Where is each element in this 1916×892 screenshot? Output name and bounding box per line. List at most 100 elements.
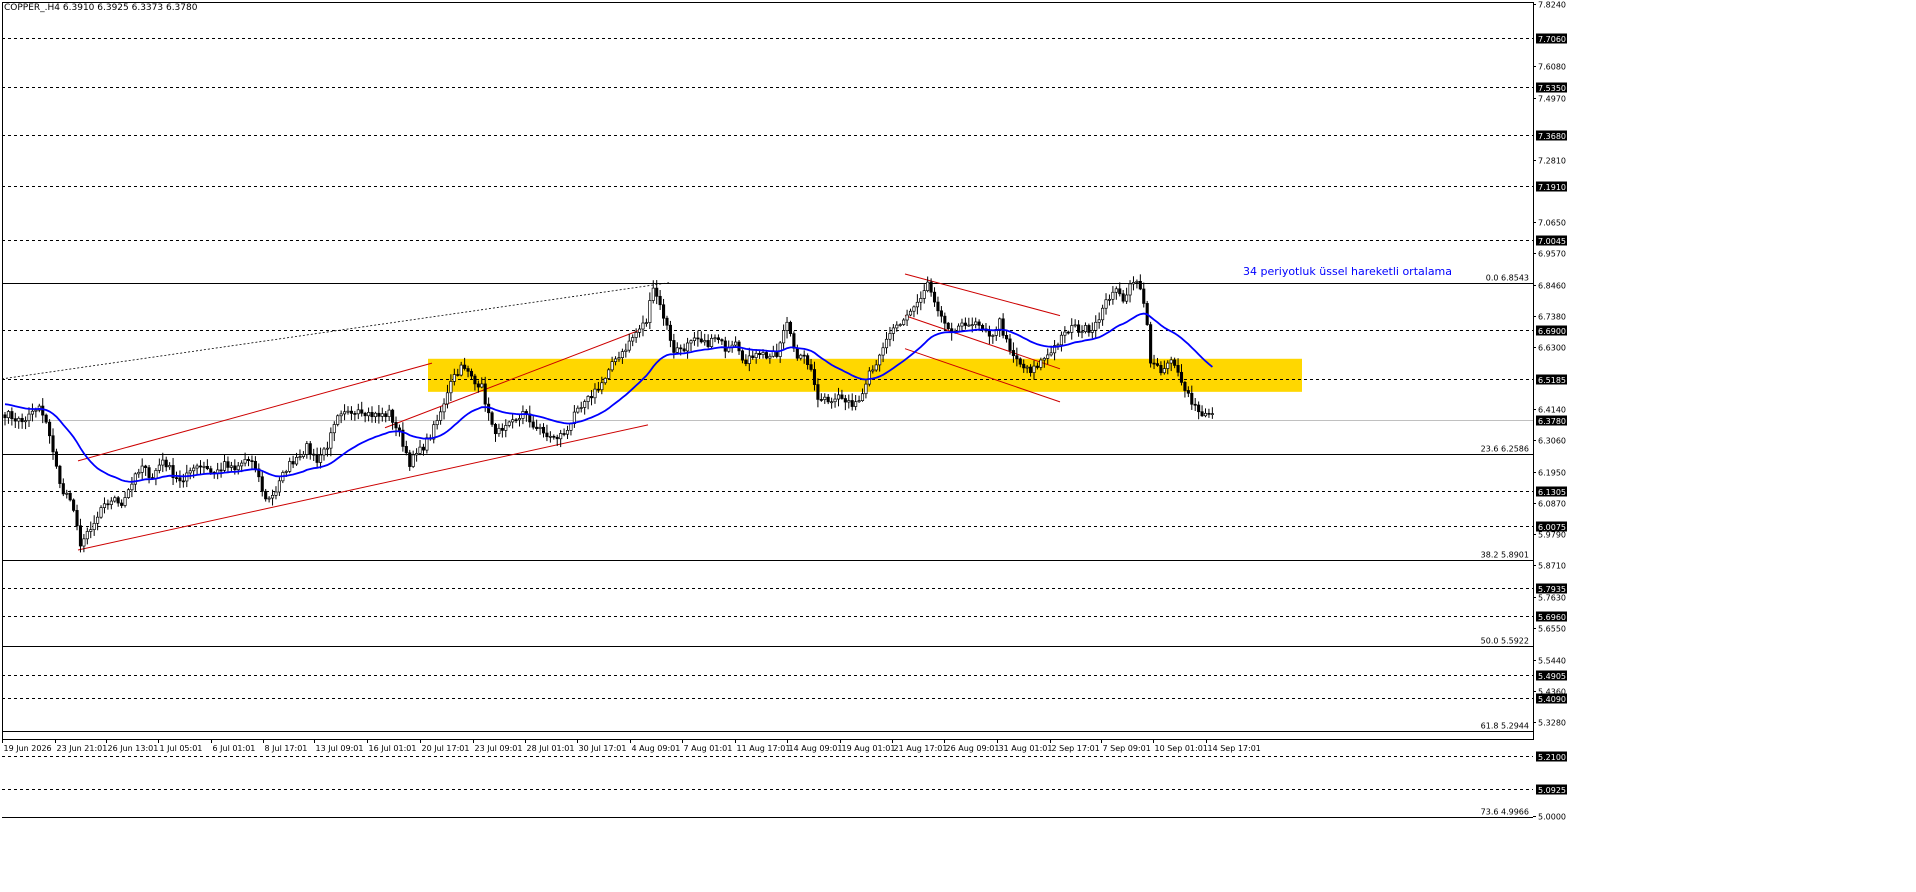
candle [1107,294,1112,306]
candle [943,312,947,331]
y-tick-label: 6.7380 [1538,313,1566,322]
candle-body-down [720,339,724,342]
candle-body-up [295,456,299,465]
candle-body-up [854,401,858,407]
candle [552,434,556,440]
level-price-label: 7.7060 [1538,35,1566,44]
x-tick-label: 14 Aug 09:01 [789,744,843,753]
x-tick-label: 1 Jul 05:01 [160,744,203,753]
candle-body-up [538,426,542,429]
candle-body-up [1059,334,1063,346]
candle-body-down [977,321,981,326]
ohlc-values: 6.3910 6.3925 6.3373 6.3780 [62,3,198,13]
candle [360,401,364,417]
candle [936,296,940,317]
candle-body-up [240,462,244,467]
candle-body-down [246,459,251,461]
candle [10,407,14,426]
candle-body-up [651,287,655,301]
candle [658,290,662,310]
candle-body-up [1094,321,1098,331]
candle-body-up [140,465,144,473]
candle-body-down [1186,390,1190,394]
x-tick-label: 28 Jul 01:01 [527,744,575,753]
candle [1101,304,1105,326]
candle-body-up [85,531,89,540]
candle [171,457,175,486]
candle [562,428,566,437]
x-tick-label: 7 Aug 01:01 [684,744,733,753]
fib-level-label: 73.6 4.9966 [1481,808,1529,817]
candle-body-up [277,480,281,493]
candle-body-up [1090,329,1094,333]
candle [792,331,796,352]
y-tick-label: 5.3280 [1538,719,1566,728]
x-tick-label: 26 Jun 13:01 [108,744,159,753]
candle-body-up [768,355,772,359]
candle-body-down [596,388,600,391]
candle [1070,318,1074,340]
candle-body-up [778,342,782,357]
candle-body-up [192,467,196,472]
candle [418,439,422,456]
price-chart[interactable]: 0.0 6.8543 23.6 6.2586 38.2 5.8901 50.0 5.5… [0,0,1916,888]
candle-body-up [586,396,590,402]
candle-body-up [1131,282,1136,285]
candle-body-up [380,413,384,417]
candle-body-up [1080,331,1084,334]
candle-body-up [1111,291,1115,300]
candle-body-down [397,427,402,431]
candle [305,441,309,459]
candle-body-up [109,500,113,505]
candle-body-down [850,400,854,407]
candle [154,467,158,486]
candle [3,411,7,426]
candle-body-down [1149,324,1153,364]
candle [157,458,161,474]
candle-body-down [1035,365,1039,368]
candle [1121,289,1125,304]
candle [1001,313,1005,339]
candle-body-up [325,447,329,450]
candle [44,413,48,424]
candle-body-up [188,470,192,474]
candle [425,433,429,454]
y-tick-label: 6.4140 [1538,406,1566,415]
level-price-label: 7.0045 [1538,237,1566,246]
candle-body-up [569,423,573,431]
level-price-label: 5.4905 [1538,672,1566,681]
candle-body-up [634,332,638,338]
x-tick-label: 7 Sep 09:01 [1103,744,1151,753]
candle [641,315,645,337]
candle [339,410,343,424]
candle-body-down [987,330,991,337]
candle [89,521,93,539]
x-tick-label: 31 Aug 01:01 [999,744,1053,753]
candle [96,511,100,531]
candle [998,317,1002,337]
candle-body-down [233,465,237,471]
candle-body-down [936,301,940,312]
candle [188,467,192,480]
y-tick-label: 6.9570 [1538,250,1566,259]
candle-body-down [250,460,254,462]
candle [394,416,398,437]
candle [905,309,909,327]
candle [1149,321,1153,368]
candle [1097,312,1101,329]
y-tick-label: 7.2810 [1538,157,1566,166]
candle [833,393,837,408]
candle-body-down [826,396,830,403]
candle-body-up [195,465,199,469]
candle-body-up [956,325,961,332]
candle-body-down [812,369,817,385]
candle [624,343,628,358]
candle [250,455,254,470]
candle-body-up [830,401,834,404]
candle-body-up [442,403,446,413]
candle [637,324,642,338]
y-tick-label: 7.6080 [1538,63,1566,72]
candle [82,534,86,553]
candle [884,331,889,354]
candle-body-up [445,392,450,405]
